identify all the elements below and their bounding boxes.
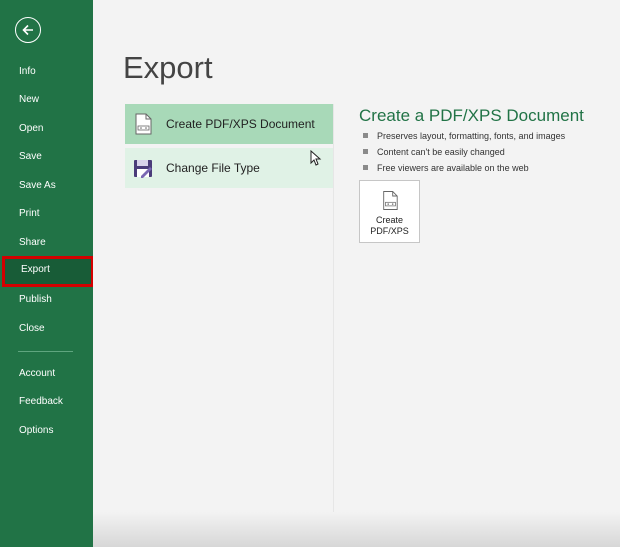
sidebar-item-info[interactable]: Info <box>0 58 93 86</box>
page-title: Export <box>123 50 213 85</box>
back-arrow-icon <box>22 24 33 36</box>
change-file-type-icon <box>134 160 152 178</box>
bottom-shadow <box>93 512 620 547</box>
panel-divider <box>333 104 334 524</box>
sidebar-item-options[interactable]: Options <box>0 417 93 445</box>
detail-title: Create a PDF/XPS Document <box>359 106 584 125</box>
list-item: Preserves layout, formatting, fonts, and… <box>363 128 565 144</box>
sidebar-item-publish[interactable]: Publish <box>0 286 93 314</box>
backstage-sidebar: Info New Open Save Save As Print Share E… <box>0 0 94 547</box>
sidebar-item-save-as[interactable]: Save As <box>0 172 93 200</box>
sidebar-item-print[interactable]: Print <box>0 200 93 228</box>
sidebar-item-account[interactable]: Account <box>0 360 93 388</box>
sidebar-item-close[interactable]: Close <box>0 315 93 343</box>
list-item: Free viewers are available on the web <box>363 160 565 176</box>
backstage-main: Export Create PDF/XPS Document Change Fi… <box>93 0 620 547</box>
option-label: Create PDF/XPS Document <box>166 117 315 131</box>
sidebar-item-open[interactable]: Open <box>0 115 93 143</box>
option-label: Change File Type <box>166 161 260 175</box>
sidebar-item-feedback[interactable]: Feedback <box>0 388 93 416</box>
mouse-cursor-icon <box>310 150 322 166</box>
sidebar-item-save[interactable]: Save <box>0 143 93 171</box>
pdf-document-icon <box>135 113 152 135</box>
option-change-file-type[interactable]: Change File Type <box>125 148 333 188</box>
option-create-pdf-xps[interactable]: Create PDF/XPS Document <box>125 104 333 144</box>
sidebar-item-export[interactable]: Export <box>2 256 94 287</box>
sidebar-item-new[interactable]: New <box>0 86 93 114</box>
create-pdf-xps-button[interactable]: Create PDF/XPS <box>359 180 420 243</box>
sidebar-divider <box>18 351 73 352</box>
detail-bullet-list: Preserves layout, formatting, fonts, and… <box>363 128 565 176</box>
pdf-document-icon <box>383 191 398 210</box>
sidebar-item-share[interactable]: Share <box>0 229 93 257</box>
back-button[interactable] <box>15 17 41 43</box>
list-item: Content can't be easily changed <box>363 144 565 160</box>
create-button-label: Create PDF/XPS <box>370 215 409 236</box>
